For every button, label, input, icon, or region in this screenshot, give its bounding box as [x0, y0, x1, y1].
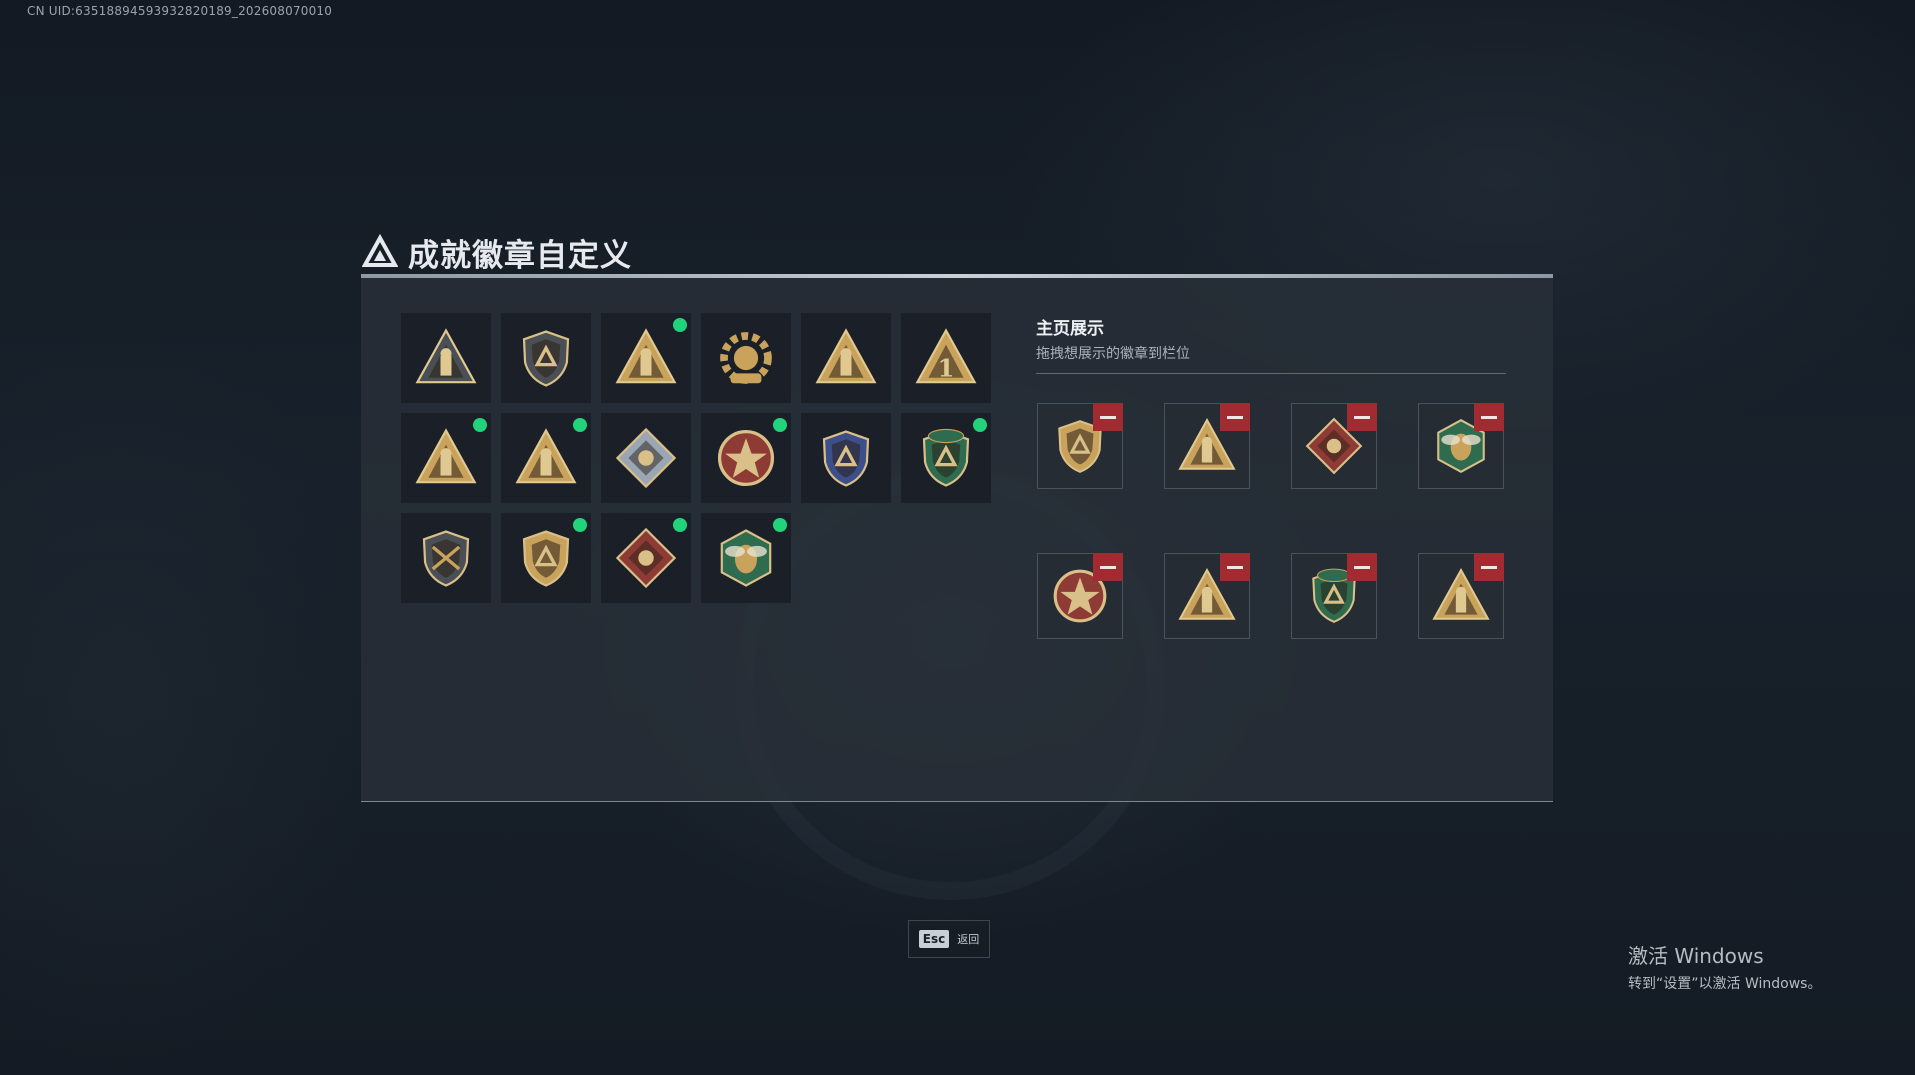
wolf-diamond-badge-icon [615, 527, 677, 589]
display-slot[interactable] [1291, 403, 1377, 489]
badge-cell[interactable] [901, 413, 991, 503]
display-slot[interactable] [1291, 553, 1377, 639]
crossed-rifle-shield-badge-icon [422, 530, 470, 587]
eagle-shield-badge-icon [522, 530, 570, 587]
display-subtitle: 拖拽想展示的徽章到栏位 [1036, 346, 1190, 362]
esc-key-hint: Esc [918, 930, 950, 948]
minus-icon [1481, 565, 1497, 569]
minus-icon [1100, 415, 1116, 419]
rocket-triangle-badge-icon [515, 428, 577, 484]
new-indicator-dot [573, 518, 587, 532]
display-slot[interactable] [1164, 553, 1250, 639]
uid-watermark: CN UID:6351889459393282018​9_20260807001… [27, 4, 333, 18]
display-slot[interactable] [1418, 553, 1504, 639]
soldiers-triangle-badge-icon [415, 428, 477, 484]
badge-cell[interactable]: 1 [901, 313, 991, 403]
remove-badge-button[interactable] [1220, 553, 1250, 581]
crystal-diamond-badge-icon [615, 427, 677, 489]
badge-cell[interactable] [401, 413, 491, 503]
new-indicator-dot [673, 518, 687, 532]
new-indicator-dot [773, 418, 787, 432]
number-one-triangle-badge-icon: 1 [915, 328, 977, 384]
minus-icon [1100, 565, 1116, 569]
windows-activation-notice: 激活 Windows 转到“设置”以激活 Windows。 [1628, 940, 1821, 993]
badge-grid: 1 [401, 313, 991, 603]
minus-icon [1481, 415, 1497, 419]
badge-customization-panel: 1 主页展示 拖拽想展示的徽章到栏位 [361, 274, 1553, 802]
back-label: 返回 [957, 933, 980, 946]
remove-badge-button[interactable] [1093, 553, 1123, 581]
minus-icon [1354, 415, 1370, 419]
display-title: 主页展示 [1036, 319, 1104, 339]
panel-top-divider [361, 274, 1553, 278]
green-beret-shield-badge-icon [922, 428, 970, 487]
badge-cell[interactable] [601, 313, 691, 403]
star-medal-badge-icon [717, 429, 775, 487]
display-slot[interactable] [1418, 403, 1504, 489]
shield-triangle-badge-icon [415, 328, 477, 384]
display-slots [1037, 403, 1504, 639]
wave-triangle-badge-icon [815, 328, 877, 384]
badge-cell[interactable] [501, 413, 591, 503]
remove-badge-button[interactable] [1347, 403, 1377, 431]
display-divider [1036, 373, 1506, 374]
remove-badge-button[interactable] [1093, 403, 1123, 431]
badge-cell[interactable] [501, 313, 591, 403]
new-indicator-dot [673, 318, 687, 332]
badge-cell[interactable] [401, 313, 491, 403]
remove-badge-button[interactable] [1347, 553, 1377, 581]
new-indicator-dot [773, 518, 787, 532]
minus-icon [1354, 565, 1370, 569]
minus-icon [1227, 565, 1243, 569]
gold-triangle-badge-icon [615, 328, 677, 384]
new-indicator-dot [573, 418, 587, 432]
triangle-logo-icon [362, 234, 398, 267]
badge-cell[interactable] [601, 413, 691, 503]
display-slot[interactable] [1037, 553, 1123, 639]
display-header: 主页展示 拖拽想展示的徽章到栏位 [1036, 314, 1506, 374]
svg-text:1: 1 [938, 354, 955, 383]
badge-cell[interactable] [601, 513, 691, 603]
gear-emblem-badge-icon [720, 332, 772, 384]
badge-cell[interactable] [701, 413, 791, 503]
new-indicator-dot [473, 418, 487, 432]
new-indicator-dot [973, 418, 987, 432]
display-slot[interactable] [1164, 403, 1250, 489]
badge-cell[interactable] [701, 513, 791, 603]
activation-title: 激活 Windows [1628, 944, 1764, 968]
activation-subtitle: 转到“设置”以激活 Windows。 [1628, 976, 1822, 992]
remove-badge-button[interactable] [1220, 403, 1250, 431]
remove-badge-button[interactable] [1474, 553, 1504, 581]
helicopter-shield-badge-icon [522, 330, 570, 387]
minus-icon [1227, 415, 1243, 419]
remove-badge-button[interactable] [1474, 403, 1504, 431]
badge-cell[interactable] [401, 513, 491, 603]
display-slot[interactable] [1037, 403, 1123, 489]
page-header: 成就徽章自定义 [362, 230, 632, 274]
wasp-hexagon-badge-icon [720, 529, 772, 587]
badge-cell[interactable] [801, 313, 891, 403]
blue-police-shield-badge-icon [822, 430, 870, 487]
badge-cell[interactable] [701, 313, 791, 403]
badge-cell[interactable] [801, 413, 891, 503]
badge-cell[interactable] [501, 513, 591, 603]
back-button[interactable]: Esc 返回 [908, 920, 990, 958]
page-title: 成就徽章自定义 [408, 237, 632, 274]
